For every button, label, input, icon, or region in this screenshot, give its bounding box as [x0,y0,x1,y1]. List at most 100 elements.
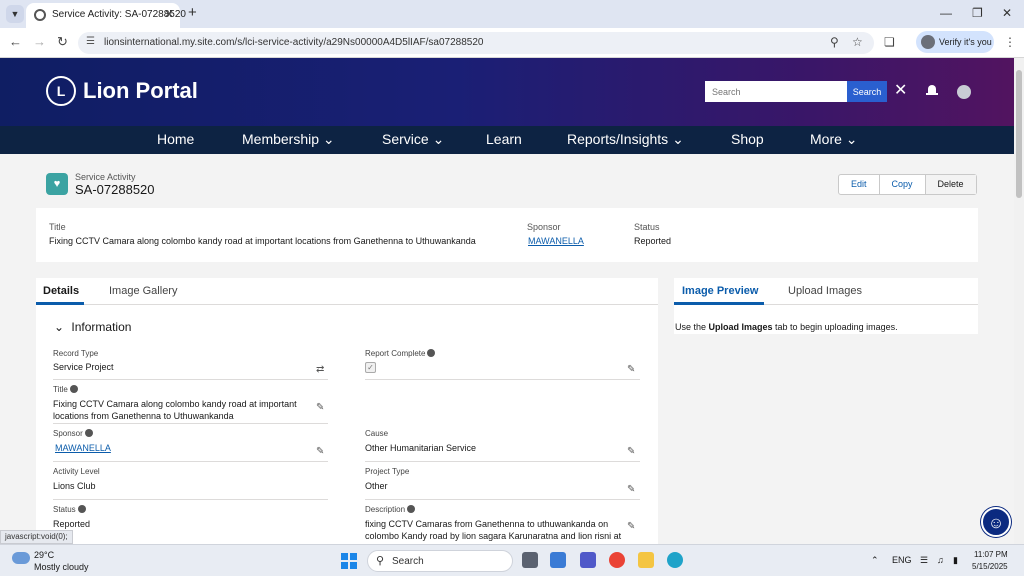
close-tab-icon[interactable]: ✕ [164,7,174,21]
verify-label: Verify it's you [939,37,992,47]
edit-pencil-icon[interactable]: ✎ [316,402,324,413]
info-icon[interactable] [84,429,93,437]
record-type-label: Service Activity [75,172,136,182]
edit-pencil-icon[interactable]: ✎ [627,364,635,375]
minimize-icon[interactable]: — [940,6,952,20]
windows-start-icon[interactable] [341,553,357,569]
nav-more[interactable]: More ⌄ [810,131,858,148]
title-field-label: Title [53,385,78,394]
browser-tabstrip: ▼ Service Activity: SA-07288520 ✕ + — ❐ … [0,0,1024,28]
info-icon[interactable] [407,505,416,513]
sponsor-field-label: Sponsor [53,429,93,438]
activity-level-field-value: Lions Club [53,481,96,491]
browser-menu-icon[interactable]: ⋮ [1004,35,1016,49]
language-indicator[interactable]: ENG [892,555,912,565]
edge-icon[interactable] [667,552,683,568]
nav-shop[interactable]: Shop [731,131,764,147]
sponsor-label-text: Sponsor [53,429,83,438]
edit-pencil-icon[interactable]: ✎ [316,446,324,457]
nav-reports[interactable]: Reports/Insights ⌄ [567,131,684,148]
bookmark-star-icon[interactable]: ☆ [852,35,863,49]
accessibility-icon[interactable]: ☺ [981,507,1011,537]
location-icon[interactable]: ⚲ [830,35,839,49]
chevron-down-icon: ⌄ [54,320,65,334]
wifi-icon[interactable]: ☰ [920,555,928,566]
taskbar-search[interactable]: ⚲ Search [367,550,513,572]
volume-icon[interactable]: ♫ [937,555,944,565]
close-search-icon[interactable]: ✕ [894,80,907,100]
chevron-down-icon: ⌄ [432,131,445,147]
delete-button[interactable]: Delete [925,175,976,194]
notifications-bell-icon[interactable] [926,85,938,97]
information-section-toggle[interactable]: ⌄ Information [54,320,131,334]
weather-temp[interactable]: 29°C [34,550,54,560]
tab-list-button[interactable]: ▼ [6,5,24,23]
extensions-icon[interactable]: ❏ [884,35,895,49]
info-icon[interactable] [427,349,436,357]
task-view-icon[interactable] [522,552,538,568]
change-record-type-icon[interactable]: ⇄ [316,364,324,375]
url-text[interactable]: lionsinternational.my.site.com/s/lci-ser… [104,37,483,48]
weather-desc[interactable]: Mostly cloudy [34,562,89,572]
info-icon[interactable] [77,505,86,513]
widgets-icon[interactable] [550,552,566,568]
title-field-line1: Fixing CCTV Camara along colombo kandy r… [53,399,297,409]
tab-image-gallery[interactable]: Image Gallery [109,285,177,297]
forward-icon[interactable]: → [33,34,46,49]
weather-cloud-icon[interactable] [12,552,30,564]
highlight-sponsor-link[interactable]: MAWANELLA [528,236,584,246]
nav-membership[interactable]: Membership ⌄ [242,131,335,148]
cause-field-value: Other Humanitarian Service [365,443,477,453]
taskbar: 29°C Mostly cloudy ⚲ Search ⌃ ENG ☰ ♫ ▮ … [0,544,1024,576]
highlights-panel: Title Fixing CCTV Camara along colombo k… [36,208,978,262]
chrome-icon[interactable] [609,552,625,568]
nav-service[interactable]: Service ⌄ [382,131,444,148]
edit-pencil-icon[interactable]: ✎ [627,484,635,495]
lions-logo-icon[interactable]: L [46,76,76,106]
edit-pencil-icon[interactable]: ✎ [627,521,635,532]
scroll-thumb[interactable] [1016,70,1022,198]
status-field-label: Status [53,505,86,514]
page-scrollbar[interactable] [1014,58,1024,544]
reload-icon[interactable]: ↻ [57,34,68,50]
portal-brand[interactable]: Lion Portal [83,78,198,104]
browser-tab[interactable]: Service Activity: SA-07288520 ✕ [26,3,186,28]
nav-learn[interactable]: Learn [486,131,522,147]
upload-instructions: Use the Upload Images tab to begin uploa… [675,322,898,332]
battery-icon[interactable]: ▮ [953,555,958,566]
user-avatar-icon[interactable] [957,85,971,99]
section-title: Information [71,320,132,334]
clock-time[interactable]: 11:07 PM [974,550,1008,559]
taskbar-search-label: Search [392,556,424,567]
active-tab-indicator [674,302,764,305]
info-icon[interactable] [69,385,78,393]
report-complete-checkbox: ✓ [365,362,376,373]
description-field-label: Description [365,505,416,514]
tab-image-preview[interactable]: Image Preview [682,285,758,297]
tab-upload-images[interactable]: Upload Images [788,285,862,297]
main-nav: Home Membership ⌄ Service ⌄ Learn Report… [0,126,1014,154]
new-tab-button[interactable]: + [188,4,197,21]
edit-button[interactable]: Edit [839,175,880,194]
address-bar[interactable]: ☰ lionsinternational.my.site.com/s/lci-s… [78,32,874,54]
handshake-icon: ♥ [46,173,68,195]
back-icon[interactable]: ← [9,34,22,49]
restore-icon[interactable]: ❐ [972,6,983,20]
search-input[interactable] [705,81,847,102]
profile-avatar-icon [921,35,935,49]
nav-home[interactable]: Home [157,131,194,147]
tray-overflow-icon[interactable]: ⌃ [871,555,879,566]
sponsor-field-link[interactable]: MAWANELLA [55,443,111,453]
copy-button[interactable]: Copy [880,175,926,194]
teams-icon[interactable] [580,552,596,568]
highlight-title-label: Title [49,222,66,232]
edit-pencil-icon[interactable]: ✎ [627,446,635,457]
site-info-icon[interactable]: ☰ [86,36,95,47]
tab-details[interactable]: Details [43,285,79,297]
verify-profile-button[interactable]: Verify it's you [916,31,994,53]
search-button[interactable]: Search [847,81,887,102]
file-explorer-icon[interactable] [638,552,654,568]
window-close-icon[interactable]: ✕ [1002,6,1012,20]
clock-date[interactable]: 5/15/2025 [972,562,1008,571]
search-icon: ⚲ [376,555,385,567]
